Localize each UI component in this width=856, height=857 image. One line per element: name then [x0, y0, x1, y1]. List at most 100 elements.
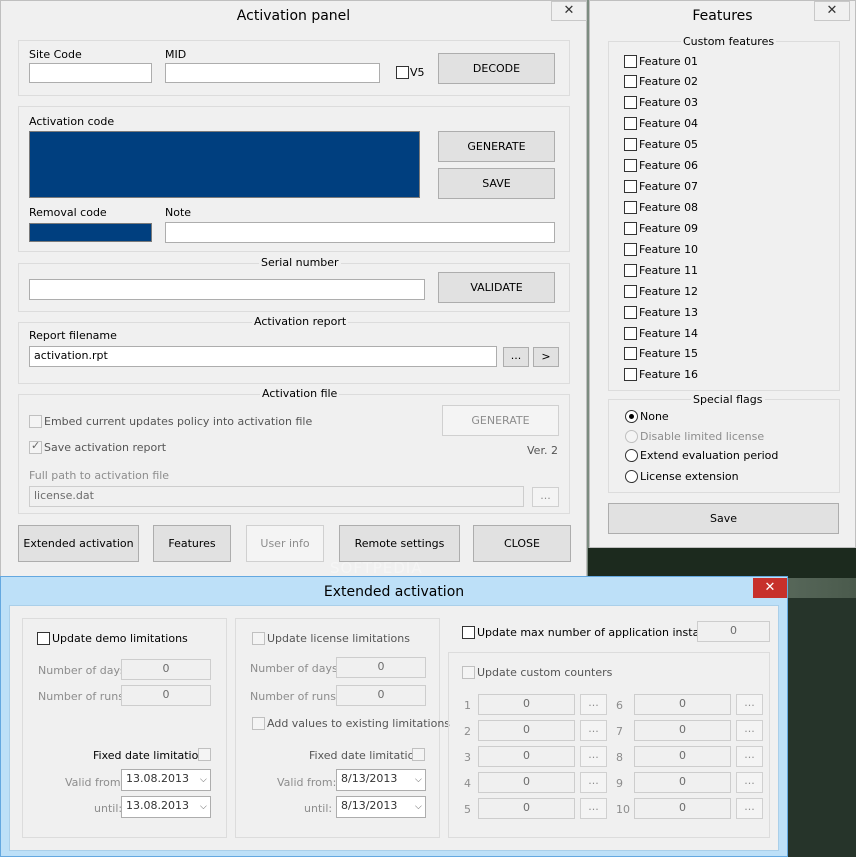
extended-activation-button[interactable]: Extended activation — [18, 525, 139, 562]
counter-browse-button[interactable]: ... — [736, 694, 763, 715]
feature-checkbox[interactable] — [624, 306, 637, 319]
generate-button[interactable]: GENERATE — [438, 131, 555, 162]
activation-code-field[interactable] — [29, 131, 420, 198]
full-path-browse-button[interactable]: ... — [532, 487, 559, 507]
report-filename-input[interactable]: activation.rpt — [29, 346, 497, 367]
decode-button[interactable]: DECODE — [438, 53, 555, 84]
site-code-label: Site Code — [29, 48, 82, 61]
feature-checkbox[interactable] — [624, 264, 637, 277]
features-save-button[interactable]: Save — [608, 503, 839, 534]
user-info-button[interactable]: User info — [246, 525, 324, 562]
note-label: Note — [165, 206, 192, 219]
license-runs-input[interactable]: 0 — [336, 685, 426, 706]
demo-until-date[interactable]: 13.08.2013 — [121, 796, 211, 818]
feature-checkbox[interactable] — [624, 327, 637, 340]
counter-input[interactable]: 0 — [634, 798, 731, 819]
add-values-checkbox[interactable] — [252, 717, 265, 730]
file-generate-button[interactable]: GENERATE — [442, 405, 559, 436]
license-valid-from-label: Valid from: — [277, 776, 337, 789]
close-icon[interactable]: ✕ — [753, 578, 787, 598]
feature-checkbox[interactable] — [624, 75, 637, 88]
demo-fixed-date-checkbox[interactable] — [198, 748, 211, 761]
counter-input[interactable]: 0 — [478, 746, 575, 767]
max-instances-label: Update max number of application instanc… — [477, 626, 725, 639]
counter-input[interactable]: 0 — [634, 694, 731, 715]
counter-browse-button[interactable]: ... — [736, 720, 763, 741]
counter-input[interactable]: 0 — [634, 772, 731, 793]
full-path-input[interactable]: license.dat — [29, 486, 524, 507]
close-icon[interactable]: ✕ — [814, 1, 850, 21]
feature-checkbox[interactable] — [624, 285, 637, 298]
feature-checkbox[interactable] — [624, 159, 637, 172]
demo-runs-input[interactable]: 0 — [121, 685, 211, 706]
close-button[interactable]: CLOSE — [473, 525, 571, 562]
counter-browse-button[interactable]: ... — [580, 772, 607, 793]
counter-input[interactable]: 0 — [478, 694, 575, 715]
counter-browse-button[interactable]: ... — [736, 772, 763, 793]
license-valid-from-date[interactable]: 8/13/2013 — [336, 769, 426, 791]
serial-number-group-label: Serial number — [259, 256, 341, 269]
license-until-date[interactable]: 8/13/2013 — [336, 796, 426, 818]
validate-button[interactable]: VALIDATE — [438, 272, 555, 303]
feature-label: Feature 06 — [639, 159, 699, 172]
feature-checkbox[interactable] — [624, 347, 637, 360]
counter-number: 6 — [616, 699, 623, 712]
feature-checkbox[interactable] — [624, 55, 637, 68]
counter-input[interactable]: 0 — [634, 720, 731, 741]
max-instances-input[interactable]: 0 — [697, 621, 770, 642]
flag-none-radio[interactable] — [625, 410, 638, 423]
save-button[interactable]: SAVE — [438, 168, 555, 199]
features-button[interactable]: Features — [153, 525, 231, 562]
report-browse-button[interactable]: ... — [503, 347, 529, 367]
demo-valid-from-date[interactable]: 13.08.2013 — [121, 769, 211, 791]
custom-counters-checkbox[interactable] — [462, 666, 475, 679]
counter-input[interactable]: 0 — [478, 798, 575, 819]
counter-browse-button[interactable]: ... — [580, 746, 607, 767]
counter-browse-button[interactable]: ... — [736, 746, 763, 767]
demo-until-label: until: — [94, 802, 123, 815]
feature-checkbox[interactable] — [624, 243, 637, 256]
counter-input[interactable]: 0 — [478, 772, 575, 793]
feature-checkbox[interactable] — [624, 222, 637, 235]
feature-checkbox[interactable] — [624, 201, 637, 214]
counter-browse-button[interactable]: ... — [580, 694, 607, 715]
chevron-down-icon: ⌵ — [415, 802, 422, 812]
counter-input[interactable]: 0 — [634, 746, 731, 767]
max-instances-checkbox[interactable] — [462, 626, 475, 639]
removal-code-field[interactable] — [29, 223, 152, 242]
feature-checkbox[interactable] — [624, 117, 637, 130]
save-report-label: Save activation report — [44, 441, 167, 454]
demo-days-input[interactable]: 0 — [121, 659, 211, 680]
feature-label: Feature 13 — [639, 306, 699, 319]
flag-disable-limited-radio[interactable] — [625, 430, 638, 443]
extended-client-area: Update demo limitations Number of days 0… — [9, 605, 779, 851]
feature-checkbox[interactable] — [624, 180, 637, 193]
counter-number: 4 — [464, 777, 471, 790]
embed-policy-checkbox[interactable] — [29, 415, 42, 428]
close-icon[interactable]: ✕ — [551, 1, 587, 21]
license-fixed-date-checkbox[interactable] — [412, 748, 425, 761]
counter-browse-button[interactable]: ... — [736, 798, 763, 819]
flag-license-extension-radio[interactable] — [625, 470, 638, 483]
demo-limitations-checkbox[interactable] — [37, 632, 50, 645]
report-open-button[interactable]: > — [533, 347, 559, 367]
feature-label: Feature 05 — [639, 138, 699, 151]
feature-checkbox[interactable] — [624, 96, 637, 109]
save-report-checkbox[interactable] — [29, 439, 42, 454]
feature-checkbox[interactable] — [624, 368, 637, 381]
chevron-down-icon: ⌵ — [200, 802, 207, 812]
remote-settings-button[interactable]: Remote settings — [339, 525, 460, 562]
mid-input[interactable] — [165, 63, 380, 83]
special-flags-group-label: Special flags — [691, 393, 765, 406]
license-limitations-checkbox[interactable] — [252, 632, 265, 645]
flag-extend-evaluation-radio[interactable] — [625, 449, 638, 462]
v5-checkbox[interactable] — [396, 66, 409, 79]
note-input[interactable] — [165, 222, 555, 243]
counter-browse-button[interactable]: ... — [580, 798, 607, 819]
serial-number-input[interactable] — [29, 279, 425, 300]
counter-input[interactable]: 0 — [478, 720, 575, 741]
site-code-input[interactable] — [29, 63, 152, 83]
license-days-input[interactable]: 0 — [336, 657, 426, 678]
feature-checkbox[interactable] — [624, 138, 637, 151]
counter-browse-button[interactable]: ... — [580, 720, 607, 741]
